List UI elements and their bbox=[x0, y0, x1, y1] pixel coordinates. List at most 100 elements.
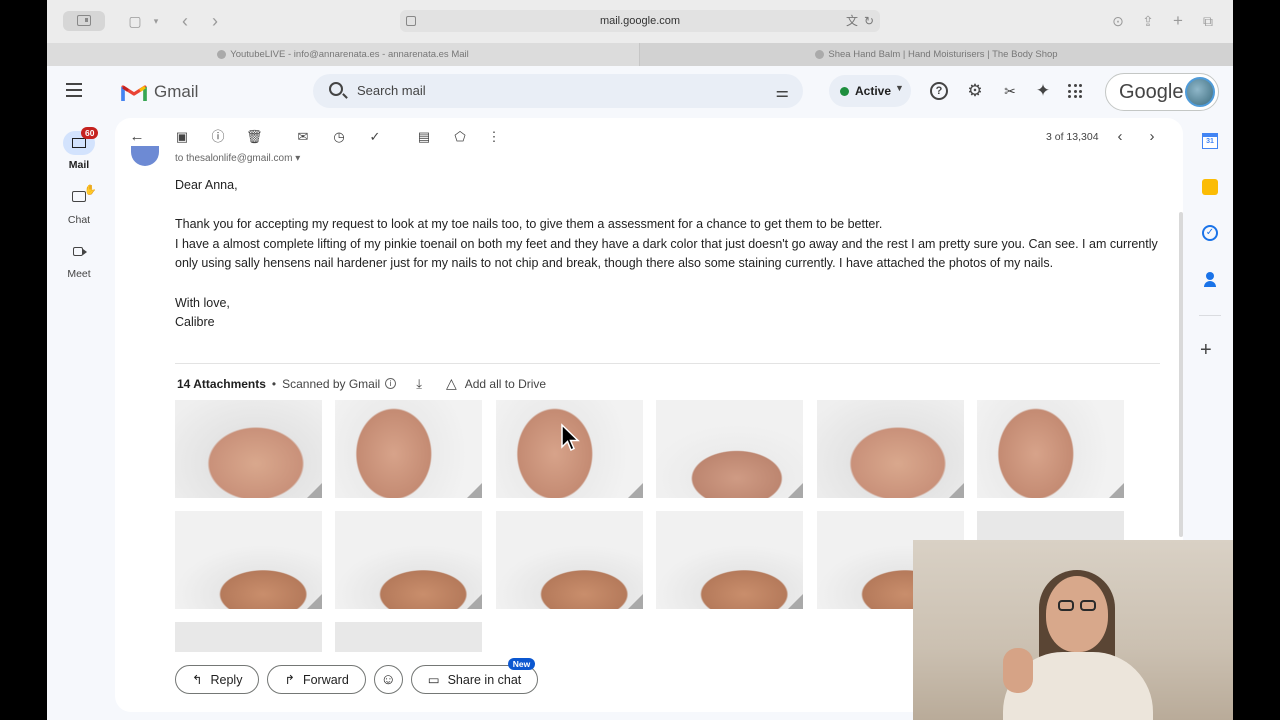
mark-unread-icon[interactable]: ✉ bbox=[295, 129, 311, 145]
emoji-button[interactable]: ☺ bbox=[373, 665, 403, 694]
help-icon[interactable]: ? bbox=[930, 82, 948, 100]
move-to-icon[interactable]: ▤ bbox=[416, 129, 432, 145]
back-arrow-icon[interactable]: ← bbox=[129, 129, 145, 145]
chat-icon: ▭ bbox=[427, 673, 440, 687]
tab-overview-icon[interactable]: ▢ bbox=[125, 11, 145, 31]
attachment-thumbnail[interactable] bbox=[175, 400, 322, 498]
attachment-thumbnail[interactable] bbox=[496, 511, 643, 609]
attachments-count: 14 Attachments bbox=[177, 376, 266, 391]
rail-label-chat: Chat bbox=[67, 214, 91, 226]
google-wordmark: Google bbox=[1119, 81, 1184, 103]
report-spam-icon[interactable]: ⓘ bbox=[210, 129, 226, 145]
gemini-sparkle-icon[interactable]: ✦ bbox=[1033, 81, 1053, 101]
mail-favicon-icon bbox=[217, 49, 227, 59]
newer-chevron-icon[interactable]: ‹ bbox=[1112, 129, 1128, 145]
new-tab-icon[interactable]: + bbox=[1169, 11, 1187, 31]
label-icon[interactable]: ⬠ bbox=[452, 129, 468, 145]
message-body: Dear Anna, Thank you for accepting my re… bbox=[175, 176, 1165, 333]
url-text: mail.google.com bbox=[599, 15, 681, 27]
archive-icon[interactable]: ▣ bbox=[174, 129, 190, 145]
forward-icon[interactable]: › bbox=[205, 11, 225, 31]
address-bar[interactable]: mail.google.com 文 ↻ bbox=[400, 10, 880, 32]
attachment-thumbnail[interactable] bbox=[656, 400, 803, 498]
body-paragraph-2: I have a almost complete lifting of my p… bbox=[175, 236, 1158, 271]
presenter-hand bbox=[1003, 648, 1033, 693]
signature: Calibre bbox=[175, 315, 215, 330]
tab-youtubelive[interactable]: YoutubeLIVE - info@annarenata.es - annar… bbox=[47, 43, 639, 66]
attachment-thumbnail[interactable] bbox=[817, 400, 964, 498]
attachments-divider bbox=[175, 363, 1160, 364]
rail-item-meet[interactable]: Meet bbox=[51, 240, 107, 280]
mail-icon bbox=[72, 138, 86, 148]
reply-button[interactable]: ↰ Reply bbox=[175, 665, 260, 694]
main-menu-icon[interactable] bbox=[66, 83, 82, 97]
closing: With love, bbox=[175, 295, 230, 310]
apps-grid-icon[interactable] bbox=[1068, 84, 1082, 98]
forward-button[interactable]: ↱ Forward bbox=[267, 665, 366, 694]
search-input[interactable]: Search mail bbox=[357, 83, 426, 98]
reply-icon: ↰ bbox=[192, 673, 203, 687]
get-addons-plus-icon[interactable]: + bbox=[1200, 340, 1212, 360]
info-icon[interactable]: i bbox=[385, 378, 397, 389]
reload-icon[interactable]: ↻ bbox=[864, 10, 874, 32]
more-options-icon[interactable]: ⋮ bbox=[486, 129, 502, 145]
status-dropdown[interactable]: Active ▼ bbox=[829, 75, 911, 107]
contacts-icon[interactable] bbox=[1202, 271, 1218, 287]
tab-body-shop[interactable]: Shea Hand Balm | Hand Moisturisers | The… bbox=[639, 43, 1233, 66]
older-chevron-icon[interactable]: › bbox=[1144, 129, 1160, 145]
bodyshop-favicon-icon bbox=[815, 49, 825, 59]
gear-icon[interactable]: ⚙ bbox=[965, 81, 985, 101]
account-button[interactable]: Google bbox=[1105, 73, 1219, 111]
search-icon[interactable] bbox=[329, 82, 343, 96]
sidebar-icon bbox=[77, 15, 91, 26]
tabs-icon[interactable]: ⧉ bbox=[1199, 11, 1217, 31]
add-to-drive-icon[interactable]: △ bbox=[446, 375, 457, 392]
body-paragraph-1: Thank you for accepting my request to lo… bbox=[175, 217, 883, 232]
tab-strip: YoutubeLIVE - info@annarenata.es - annar… bbox=[47, 43, 1233, 66]
add-all-to-drive-button[interactable]: Add all to Drive bbox=[465, 377, 546, 391]
translate-icon[interactable]: 文 bbox=[846, 10, 858, 32]
gmail-m-icon bbox=[121, 85, 147, 101]
browser-toolbar: ▢ ▾ ‹ › mail.google.com 文 ↻ ⊙ ⇪ + ⧉ bbox=[47, 0, 1233, 43]
side-panel-divider bbox=[1199, 315, 1221, 316]
forward-icon: ↱ bbox=[284, 673, 295, 687]
search-bar[interactable]: Search mail ⚌ bbox=[313, 74, 803, 108]
attachment-thumbnail[interactable] bbox=[335, 400, 482, 498]
new-badge: New bbox=[507, 658, 536, 670]
webcam-overlay bbox=[913, 540, 1233, 720]
chevron-down-icon[interactable]: ▾ bbox=[149, 11, 163, 31]
rail-item-chat[interactable]: ✋ Chat bbox=[51, 185, 107, 226]
attachments-header: 14 Attachments • Scanned by Gmail i ⤓ △ … bbox=[177, 375, 547, 392]
gmail-logo[interactable]: Gmail bbox=[121, 80, 198, 104]
attachment-thumbnail[interactable] bbox=[335, 511, 482, 609]
attachment-thumbnail[interactable] bbox=[656, 511, 803, 609]
scrollbar[interactable] bbox=[1179, 212, 1183, 537]
tab-label: Shea Hand Balm | Hand Moisturisers | The… bbox=[828, 49, 1058, 60]
glasses-icon bbox=[1058, 600, 1098, 612]
sidebar-toggle-button[interactable] bbox=[63, 11, 105, 31]
add-task-icon[interactable]: ✓ bbox=[367, 129, 383, 145]
gmail-header: Gmail Search mail ⚌ Active ▼ ? ⚙ ✂ ✦ Goo… bbox=[47, 66, 1233, 118]
recipient-line[interactable]: to thesalonlife@gmail.com ▾ bbox=[175, 153, 300, 164]
calendar-icon[interactable]: 31 bbox=[1202, 133, 1218, 149]
share-icon[interactable]: ⇪ bbox=[1139, 11, 1157, 31]
snooze-icon[interactable]: ◷ bbox=[331, 129, 347, 145]
tasks-icon[interactable]: ✓ bbox=[1202, 225, 1218, 241]
download-all-icon[interactable]: ⤓ bbox=[416, 376, 422, 392]
delete-icon[interactable]: 🗑 bbox=[246, 129, 263, 145]
download-icon[interactable]: ⊙ bbox=[1109, 11, 1127, 31]
video-camera-icon bbox=[73, 247, 87, 256]
page-icon bbox=[406, 16, 416, 26]
attachment-thumbnail[interactable] bbox=[175, 511, 322, 609]
tools-icon[interactable]: ✂ bbox=[1000, 81, 1020, 101]
keep-icon[interactable] bbox=[1202, 179, 1218, 195]
rail-item-mail[interactable]: 60 Mail bbox=[51, 127, 107, 171]
presenter-face bbox=[1046, 576, 1108, 652]
attachment-thumbnail[interactable] bbox=[175, 622, 322, 652]
attachment-thumbnail[interactable] bbox=[977, 400, 1124, 498]
share-in-chat-button[interactable]: ▭ Share in chat New bbox=[410, 658, 539, 694]
back-icon[interactable]: ‹ bbox=[175, 11, 195, 31]
search-options-icon[interactable]: ⚌ bbox=[776, 83, 789, 101]
attachment-thumbnail[interactable] bbox=[335, 622, 482, 652]
message-toolbar: ← ▣ ⓘ 🗑 ✉ ◷ ✓ ▤ ⬠ ⋮ 3 of 13,304 ‹ › bbox=[115, 118, 1183, 156]
